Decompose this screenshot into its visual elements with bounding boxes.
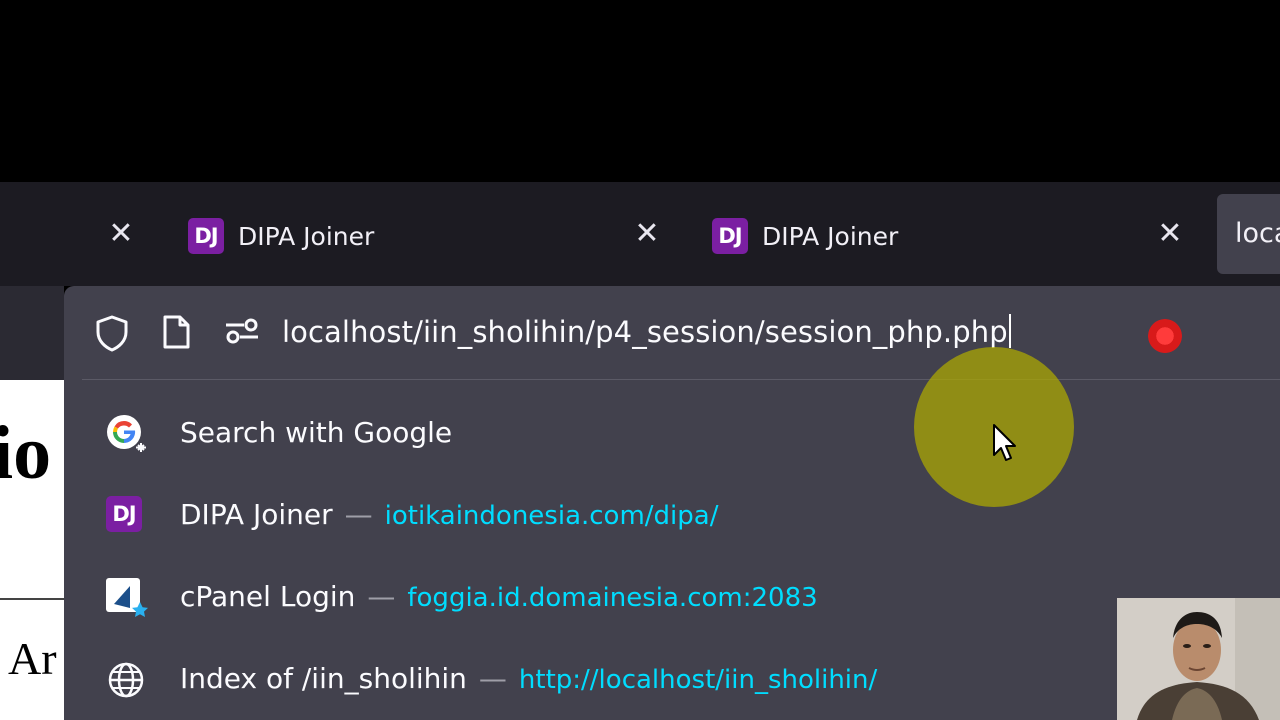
suggestion-search-google[interactable]: Search with Google <box>64 392 1280 474</box>
page-toolbar-edge <box>0 286 64 380</box>
tab-close-icon[interactable]: ✕ <box>101 214 141 254</box>
tab-active-localhost[interactable]: loca <box>1217 194 1280 274</box>
urlbar-popup: localhost/iin_sholihin/p4_session/sessio… <box>64 286 1280 720</box>
text-caret <box>1008 314 1011 348</box>
page-text: Ar <box>8 633 57 684</box>
dj-favicon-icon: DJ <box>106 496 142 532</box>
tab-label: DIPA Joiner <box>762 221 899 251</box>
dj-favicon-icon: DJ <box>712 218 748 254</box>
shield-icon[interactable] <box>94 314 130 352</box>
urlbar-input-row[interactable]: localhost/iin_sholihin/p4_session/sessio… <box>64 286 1280 380</box>
cpanel-bookmark-icon <box>106 578 148 617</box>
suggestion-index-of[interactable]: Index of /iin_sholihin — http://localhost/… <box>64 638 1280 720</box>
presenter-video <box>1117 598 1280 720</box>
tab-dipa-joiner-2[interactable]: DJ DIPA Joiner <box>712 214 898 258</box>
suggestion-url: http://localhost/iin_sholihin/ <box>518 665 878 695</box>
google-search-icon <box>107 415 146 452</box>
suggestion-title: cPanel Login — foggia.id.domainesia.com:20… <box>180 580 818 613</box>
page-content: io Ar <box>0 380 64 720</box>
url-input[interactable]: localhost/iin_sholihin/p4_session/sessio… <box>282 314 1011 349</box>
tab-dipa-joiner-1[interactable]: DJ DIPA Joiner <box>188 214 374 258</box>
mouse-pointer-icon <box>993 424 1016 461</box>
suggestion-title: Index of /iin_sholihin — http://localhost/… <box>180 662 878 695</box>
page-divider <box>0 598 64 600</box>
tab-close-icon[interactable]: ✕ <box>627 214 667 254</box>
tab-close-icon[interactable]: ✕ <box>1150 214 1190 254</box>
page-heading: io <box>0 411 52 495</box>
suggestion-dipa-joiner[interactable]: DJ DIPA Joiner — iotikaindonesia.com/dipa/ <box>64 474 1280 556</box>
screen-top-letterbox <box>0 0 1280 182</box>
tab-label: DIPA Joiner <box>238 221 375 251</box>
permissions-icon[interactable] <box>224 316 260 346</box>
suggestion-title: DIPA Joiner — iotikaindonesia.com/dipa/ <box>180 498 719 531</box>
dj-favicon-icon: DJ <box>188 218 224 254</box>
webcam-overlay <box>1117 598 1280 720</box>
suggestion-cpanel-login[interactable]: cPanel Login — foggia.id.domainesia.com:20… <box>64 556 1280 638</box>
suggestion-url: foggia.id.domainesia.com:2083 <box>407 583 818 613</box>
recording-indicator-icon <box>1148 319 1182 353</box>
tab-label: loca <box>1235 218 1280 249</box>
suggestion-title: Search with Google <box>180 416 453 449</box>
urlbar-divider <box>82 379 1280 380</box>
globe-icon <box>108 662 144 698</box>
page-icon[interactable] <box>160 314 192 350</box>
suggestion-url: iotikaindonesia.com/dipa/ <box>384 501 719 531</box>
